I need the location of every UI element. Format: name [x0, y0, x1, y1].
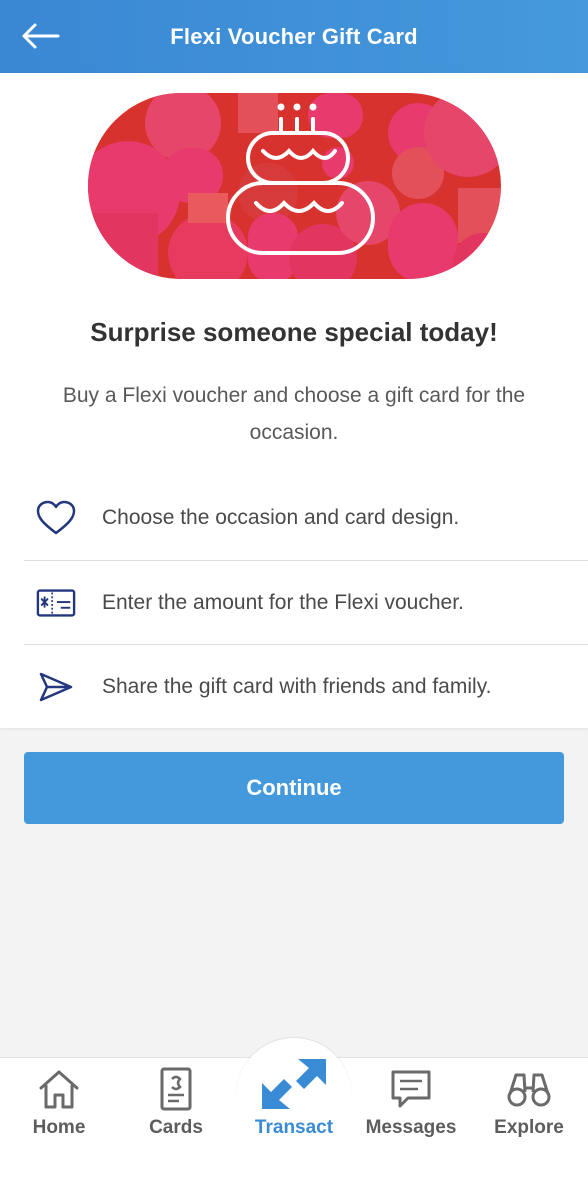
messages-icon	[390, 1067, 432, 1111]
page-title: Flexi Voucher Gift Card	[170, 23, 418, 49]
arrow-left-icon	[22, 23, 60, 49]
nav-label: Transact	[254, 1117, 334, 1138]
continue-button[interactable]: Continue	[24, 752, 564, 824]
home-icon	[37, 1067, 81, 1111]
transact-icon	[258, 1057, 330, 1111]
feature-text: Enter the amount for the Flexi voucher.	[102, 590, 464, 614]
voucher-card-icon	[36, 583, 76, 623]
nav-item-cards[interactable]: Cards	[117, 1057, 235, 1157]
nav-label: Home	[32, 1117, 86, 1138]
nav-label: Explore	[494, 1117, 564, 1138]
binoculars-icon	[506, 1067, 552, 1111]
top-app-bar: Flexi Voucher Gift Card	[0, 0, 588, 73]
nav-label: Cards	[149, 1117, 203, 1138]
feature-text: Share the gift card with friends and fam…	[102, 674, 492, 698]
gift-card-intro-panel: Surprise someone special today! Buy a Fl…	[0, 73, 588, 728]
nav-item-explore[interactable]: Explore	[470, 1057, 588, 1157]
feature-item: Enter the amount for the Flexi voucher.	[24, 560, 588, 644]
gift-card-banner	[88, 93, 501, 279]
feature-item: Share the gift card with friends and fam…	[24, 644, 588, 728]
headline: Surprise someone special today!	[90, 317, 498, 347]
nav-item-transact[interactable]: Transact	[235, 1057, 353, 1157]
app-screen: Flexi Voucher Gift Card Surprise someone…	[0, 0, 588, 1199]
nav-item-messages[interactable]: Messages	[352, 1057, 470, 1157]
nav-label: Messages	[365, 1117, 457, 1138]
nav-item-home[interactable]: Home	[0, 1057, 118, 1157]
heart-icon	[36, 498, 76, 538]
send-icon	[36, 667, 76, 707]
feature-list: Choose the occasion and card design. Ent…	[24, 476, 588, 728]
feature-item: Choose the occasion and card design.	[24, 476, 588, 560]
description-text: Buy a Flexi voucher and choose a gift ca…	[62, 384, 526, 444]
back-button[interactable]	[18, 18, 62, 54]
feature-text: Choose the occasion and card design.	[102, 506, 460, 529]
cards-icon	[159, 1067, 193, 1111]
